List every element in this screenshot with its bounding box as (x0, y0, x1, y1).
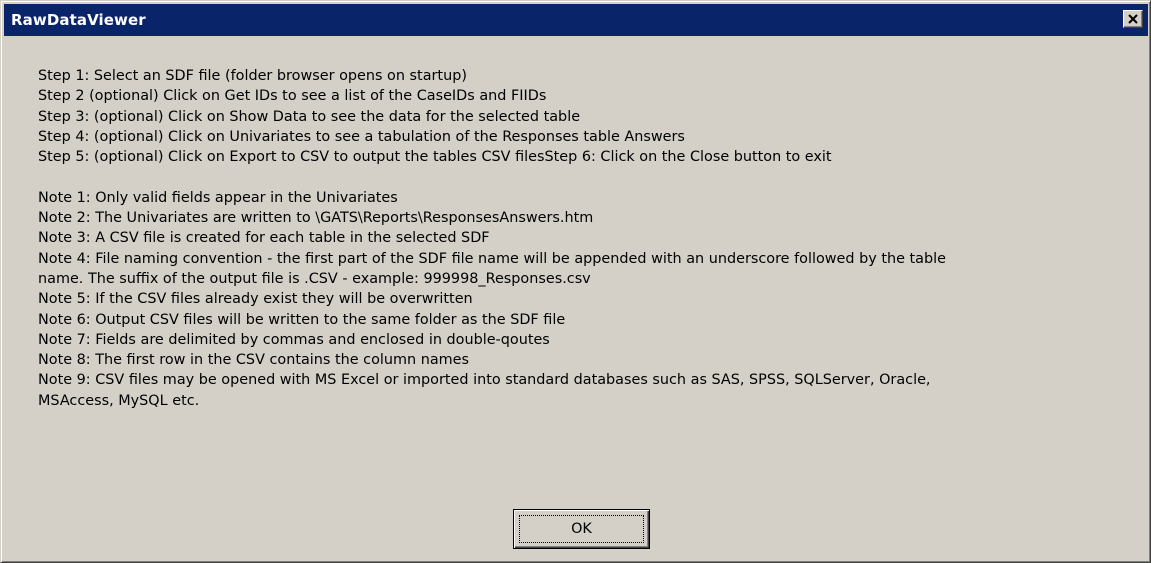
title-bar[interactable]: RawDataViewer (4, 4, 1148, 36)
step-line: Step 4: (optional) Click on Univariates … (38, 128, 685, 145)
note-line: Note 1: Only valid fields appear in the … (38, 189, 398, 206)
note-line: Note 6: Output CSV files will be written… (38, 311, 566, 328)
note-line: name. The suffix of the output file is .… (38, 270, 591, 287)
window-title: RawDataViewer (11, 11, 146, 29)
ok-button-label: OK (571, 521, 592, 537)
close-button[interactable] (1123, 10, 1143, 28)
note-line: Note 9: CSV files may be opened with MS … (38, 372, 931, 389)
note-line: Note 8: The first row in the CSV contain… (38, 352, 470, 369)
step-line: Step 1: Select an SDF file (folder brows… (38, 68, 467, 84)
message-text: Step 1: Select an SDF file (folder brows… (38, 66, 1143, 411)
note-line: Note 5: If the CSV files already exist t… (38, 291, 473, 308)
step-line: Step 5: (optional) Click on Export to CS… (38, 149, 832, 166)
note-line: MSAccess, MySQL etc. (38, 392, 200, 409)
note-line: Note 7: Fields are delimited by commas a… (38, 331, 550, 348)
note-line: Note 4: File naming convention - the fir… (38, 250, 946, 267)
ok-button[interactable]: OK (513, 509, 650, 549)
note-line: Note 3: A CSV file is created for each t… (38, 230, 490, 247)
message-dialog: RawDataViewer Step 1: Select an SDF file… (0, 0, 1151, 563)
note-line: Note 2: The Univariates are written to \… (38, 210, 594, 227)
step-line: Step 2 (optional) Click on Get IDs to se… (38, 88, 547, 105)
step-line: Step 3: (optional) Click on Show Data to… (38, 108, 581, 125)
